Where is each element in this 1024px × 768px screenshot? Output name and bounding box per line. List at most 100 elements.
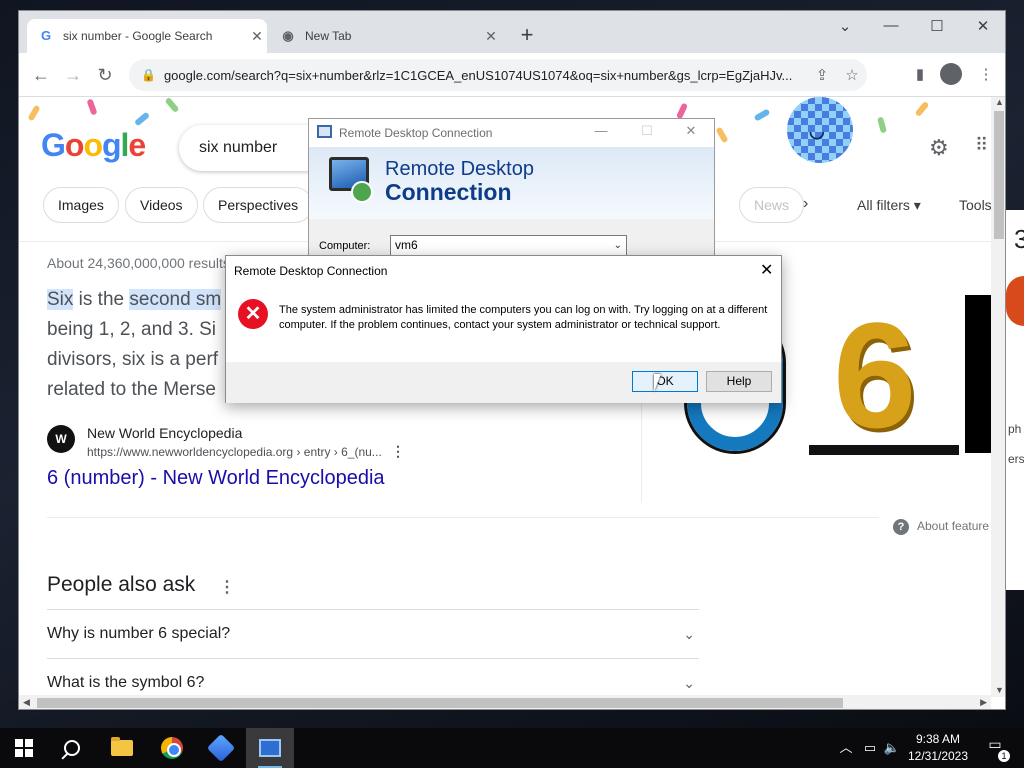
start-button[interactable]: [0, 728, 48, 768]
about-feature-label: About feature: [917, 519, 990, 533]
settings-gear-icon[interactable]: ⚙: [929, 135, 949, 161]
bookmark-star-icon[interactable]: ☆: [837, 66, 867, 84]
app-icon: [206, 733, 236, 763]
source-favicon[interactable]: W: [47, 425, 75, 453]
snippet-text: divisors, six is a perf: [47, 349, 219, 370]
chip-videos[interactable]: Videos: [125, 187, 198, 223]
confetti: [164, 97, 180, 114]
file-explorer-button[interactable]: [98, 728, 146, 768]
windows-logo-icon: [15, 739, 33, 757]
scroll-left-arrow-icon[interactable]: ◀: [23, 697, 30, 708]
background-window-edge: 3 ph ers: [1006, 210, 1024, 590]
computer-combobox[interactable]: vm6 ⌄: [390, 235, 627, 255]
snippet-highlight: second sm: [129, 289, 222, 310]
google-doodle-logo[interactable]: Google: [41, 127, 146, 164]
tools-button[interactable]: Tools: [959, 197, 991, 213]
chrome-icon: ◉: [282, 28, 294, 43]
remote-desktop-window: Remote Desktop Connection — ☐ ✕ Remote D…: [308, 118, 715, 256]
ok-button[interactable]: OK: [632, 371, 698, 392]
paa-question[interactable]: What is the symbol 6? ⌄: [47, 658, 699, 697]
url-text[interactable]: google.com/search?q=six+number&rlz=1C1GC…: [164, 68, 807, 83]
tab-google-search[interactable]: G six number - Google Search ✕: [27, 19, 267, 53]
all-filters-button[interactable]: All filters ▾: [857, 197, 921, 214]
tab-search-icon[interactable]: ⌄: [831, 17, 859, 35]
address-bar[interactable]: 🔒 google.com/search?q=six+number&rlz=1C1…: [129, 59, 867, 91]
image-caption-bar: [809, 445, 959, 455]
digit-graphic: 6: [833, 291, 917, 459]
show-hidden-icons-chevron-icon[interactable]: ︿: [836, 728, 856, 768]
chip-images[interactable]: Images: [43, 187, 119, 223]
result-image-dark[interactable]: [965, 295, 991, 453]
scrollbar-thumb[interactable]: [37, 698, 843, 708]
result-image-six[interactable]: 6: [809, 291, 961, 459]
forward-arrow-icon[interactable]: →: [61, 63, 85, 87]
scroll-down-arrow-icon[interactable]: ▼: [995, 685, 1004, 695]
dialog-title: Remote Desktop Connection: [234, 264, 388, 278]
lock-icon[interactable]: 🔒: [141, 68, 156, 82]
smiley-face-icon: ◡: [809, 121, 825, 141]
tab-label: New Tab: [305, 29, 352, 43]
kebab-menu-icon[interactable]: ⋮: [391, 443, 405, 460]
confetti: [675, 102, 689, 120]
close-window-button[interactable]: ✕: [969, 17, 997, 35]
snippet-text: related to the Merse: [47, 379, 216, 400]
help-question-icon: ?: [893, 519, 909, 535]
scroll-up-arrow-icon[interactable]: ▲: [995, 97, 1004, 107]
scroll-right-arrow-icon[interactable]: ▶: [980, 697, 987, 708]
peek-logo: [1006, 276, 1024, 326]
source-name[interactable]: New World Encyclopedia: [87, 425, 242, 441]
network-icon[interactable]: ▭: [860, 728, 880, 768]
search-button[interactable]: [48, 728, 96, 768]
close-tab-icon[interactable]: ✕: [247, 28, 267, 45]
paa-question-text: Why is number 6 special?: [47, 625, 231, 642]
side-panel-icon[interactable]: ▮: [907, 63, 933, 87]
maximize-button[interactable]: ☐: [923, 17, 951, 35]
volume-muted-icon[interactable]: 🔈: [882, 728, 902, 768]
app-taskbar-button[interactable]: [197, 728, 245, 768]
maximize-button: ☐: [641, 123, 653, 138]
confetti: [753, 108, 771, 122]
minimize-button[interactable]: —: [591, 123, 611, 138]
rdc-taskbar-button[interactable]: [246, 728, 294, 768]
minimize-button[interactable]: —: [877, 17, 905, 34]
profile-avatar-icon[interactable]: [940, 63, 962, 85]
apps-grid-icon[interactable]: ⠿: [975, 135, 988, 156]
banner-line-2: Connection: [385, 179, 512, 205]
vertical-scrollbar[interactable]: ▲ ▼: [991, 97, 1005, 697]
share-icon[interactable]: ⇪: [807, 66, 837, 84]
result-title-link[interactable]: 6 (number) - New World Encyclopedia: [47, 467, 385, 490]
close-tab-icon[interactable]: ✕: [481, 28, 501, 45]
help-button[interactable]: Help: [706, 371, 772, 392]
chrome-taskbar-button[interactable]: [148, 728, 196, 768]
confetti: [86, 98, 98, 116]
paa-question-text: What is the symbol 6?: [47, 674, 205, 691]
scrollbar-thumb[interactable]: [994, 111, 1004, 239]
source-url[interactable]: https://www.newworldencyclopedia.org › e…: [87, 445, 382, 459]
clock-date: 12/31/2023: [907, 749, 969, 763]
chevron-down-icon[interactable]: ⌄: [614, 236, 622, 255]
chrome-icon: [161, 737, 183, 759]
horizontal-scrollbar[interactable]: ◀ ▶: [19, 695, 991, 709]
about-featured-snippets[interactable]: ? About feature: [893, 519, 989, 535]
google-g-icon: G: [40, 28, 52, 43]
reload-icon[interactable]: ↻: [93, 63, 117, 87]
close-button[interactable]: ✕: [681, 123, 701, 139]
notifications-icon[interactable]: ▭ 1: [984, 736, 1010, 762]
tab-new-tab[interactable]: ◉ New Tab ✕: [269, 19, 501, 53]
disco-ball-doodle[interactable]: ◡: [787, 97, 853, 163]
close-icon[interactable]: ✕: [760, 260, 773, 280]
system-clock[interactable]: 9:38 AM 12/31/2023: [902, 731, 974, 765]
back-arrow-icon[interactable]: ←: [29, 63, 53, 87]
new-tab-button[interactable]: +: [515, 23, 539, 47]
menu-kebab-icon[interactable]: ⋮: [973, 63, 999, 87]
paa-question[interactable]: Why is number 6 special? ⌄: [47, 609, 699, 657]
divider: [47, 517, 879, 518]
logo-letter: g: [101, 127, 122, 163]
chip-perspectives[interactable]: Perspectives: [203, 187, 314, 223]
chevron-right-icon[interactable]: ›: [803, 195, 808, 213]
chip-news[interactable]: News: [739, 187, 805, 223]
logo-letter: G: [41, 127, 66, 163]
rdc-title-icon: [317, 125, 332, 138]
kebab-menu-icon[interactable]: ⋮: [219, 577, 235, 597]
computer-label: Computer:: [319, 240, 371, 252]
